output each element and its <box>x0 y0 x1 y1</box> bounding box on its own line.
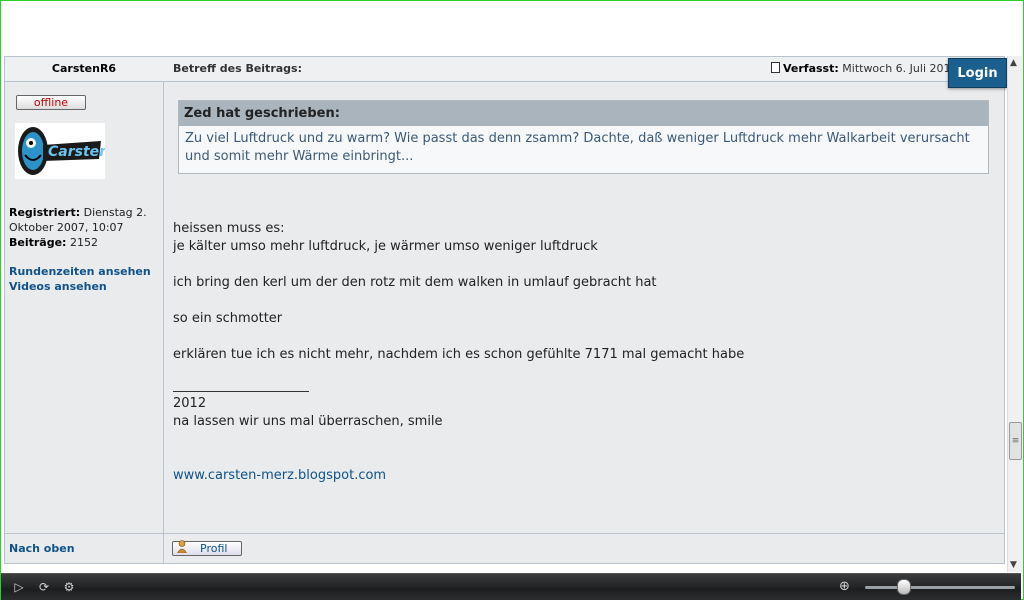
scroll-thumb[interactable]: ≡ <box>1009 422 1022 460</box>
login-button[interactable]: Login <box>948 58 1007 88</box>
refresh-icon[interactable]: ⟳ <box>36 579 52 595</box>
user-info: Registriert: Dienstag 2. Oktober 2007, 1… <box>9 205 159 250</box>
user-icon <box>177 540 187 553</box>
posts-label: Beiträge: <box>9 236 67 249</box>
document-icon[interactable] <box>771 62 780 73</box>
post-body: heissen muss es: je kälter umso mehr luf… <box>173 220 744 485</box>
signature-line: na lassen wir uns mal überraschen, smile <box>173 414 443 429</box>
registered-label: Registriert: <box>9 206 81 219</box>
videos-link[interactable]: Videos ansehen <box>9 279 151 294</box>
avatar: Carsten <box>15 123 109 179</box>
signature-line: 2012 <box>173 396 207 411</box>
status-badge: offline <box>16 95 86 110</box>
laptimes-link[interactable]: Rundenzeiten ansehen <box>9 264 151 279</box>
scroll-down-icon[interactable]: ▼ <box>1010 560 1017 570</box>
posts-value: 2152 <box>69 236 98 249</box>
posted-date: Mittwoch 6. Juli 2011 <box>842 62 958 75</box>
forum-post: CarstenR6 Betreff des Beitrags: Verfasst… <box>4 56 1005 564</box>
post-line: erklären tue ich es nicht mehr, nachdem … <box>173 347 745 362</box>
avatar-text: Carsten <box>48 144 105 160</box>
post-line: je kälter umso mehr luftdruck, je wärmer… <box>173 239 598 254</box>
quote-header: Zed hat geschrieben: <box>179 101 988 126</box>
quote-text: Zu viel Luftdruck und zu warm? Wie passt… <box>185 131 970 164</box>
post-author[interactable]: CarstenR6 <box>5 62 163 75</box>
zoom-slider-track[interactable] <box>865 586 1015 589</box>
top-blank-area <box>1 1 1021 55</box>
posted-label: Verfasst: <box>783 62 839 75</box>
post-footer-row <box>5 533 1004 564</box>
vertical-scrollbar[interactable]: ▲ ≡ ▼ <box>1007 56 1022 572</box>
subject-label: Betreff des Beitrags: <box>173 62 302 75</box>
settings-icon[interactable]: ⚙ <box>61 579 77 595</box>
user-links: Rundenzeiten ansehen Videos ansehen <box>9 264 151 294</box>
post-line: ich bring den kerl um der den rotz mit d… <box>173 275 657 290</box>
profile-button[interactable]: Profil <box>172 540 242 556</box>
player-toolbar: ▷ ⟳ ⚙ ⊕ <box>1 573 1021 600</box>
back-to-top-link[interactable]: Nach oben <box>9 542 75 555</box>
zoom-slider-knob[interactable] <box>896 579 911 595</box>
scroll-up-icon[interactable]: ▲ <box>1010 58 1017 68</box>
post-line: so ein schmotter <box>173 311 283 326</box>
signature-divider <box>173 382 309 392</box>
post-line: heissen muss es: <box>173 221 285 236</box>
zoom-icon[interactable]: ⊕ <box>839 579 855 595</box>
signature-link[interactable]: www.carsten-merz.blogspot.com <box>173 467 744 485</box>
posted-info: Verfasst: Mittwoch 6. Juli 2011 <box>771 62 958 75</box>
quote-block: Zed hat geschrieben: Zu viel Luftdruck u… <box>178 100 989 174</box>
play-icon[interactable]: ▷ <box>11 579 27 595</box>
profile-button-label: Profil <box>200 542 228 555</box>
